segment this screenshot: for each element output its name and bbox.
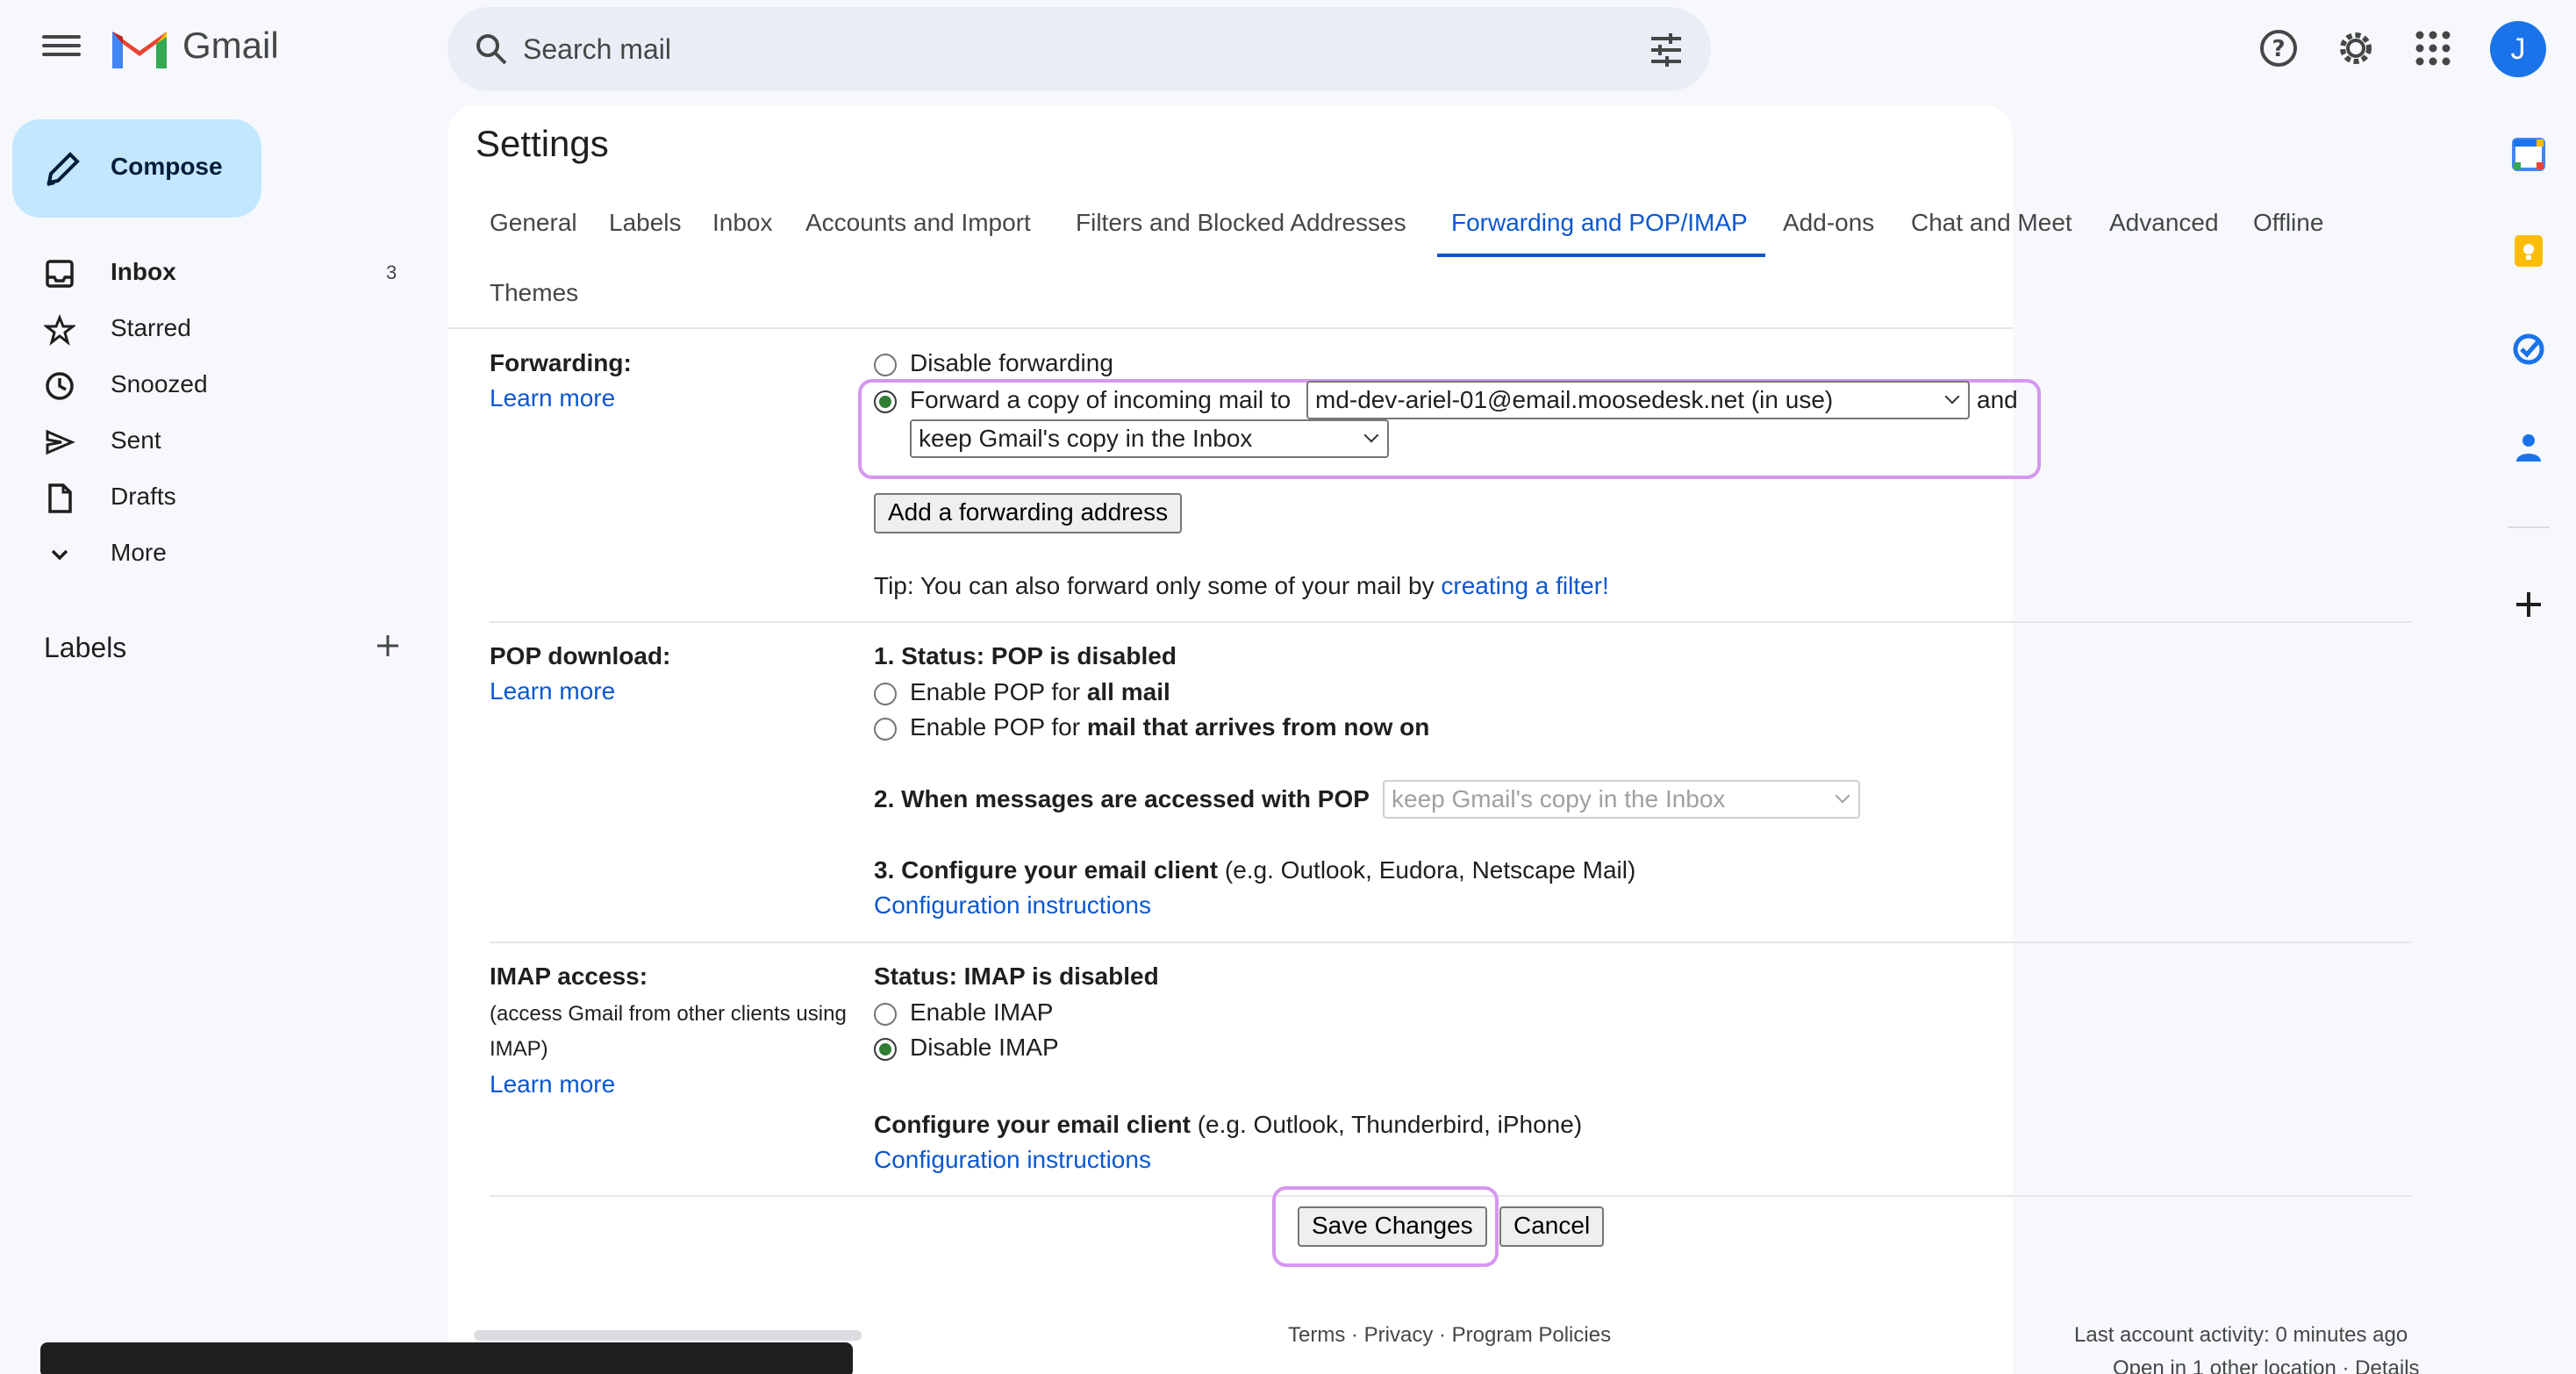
add-forwarding-address-button[interactable]: Add a forwarding address xyxy=(874,493,1183,533)
apps-grid-icon[interactable] xyxy=(2413,28,2453,68)
disable-forwarding-label: Disable forwarding xyxy=(910,349,1113,376)
keep-icon[interactable] xyxy=(2511,233,2546,268)
section-divider xyxy=(490,941,2411,943)
compose-button[interactable]: Compose xyxy=(12,119,261,218)
pop-config-instructions-link[interactable]: Configuration instructions xyxy=(874,891,1151,920)
imap-status: Status: IMAP is disabled xyxy=(874,963,1159,990)
enable-imap-label: Enable IMAP xyxy=(910,998,1054,1026)
app-name: Gmail xyxy=(182,25,279,66)
side-panel-divider xyxy=(2508,526,2550,528)
tab-offline[interactable]: Offline xyxy=(2253,209,2323,237)
forward-copy-action-select[interactable]: keep Gmail's copy in the Inbox xyxy=(910,419,1389,458)
star-icon xyxy=(44,314,75,346)
tabs-divider xyxy=(447,327,2013,329)
account-avatar[interactable]: J xyxy=(2490,21,2546,77)
nav-label-snoozed: Snoozed xyxy=(111,370,208,397)
search-bar[interactable] xyxy=(447,7,1711,91)
footer-links[interactable]: Terms · Privacy · Program Policies xyxy=(1288,1323,1611,1348)
nav-item-snoozed[interactable]: Snoozed xyxy=(0,358,439,412)
clock-icon xyxy=(46,372,74,400)
save-changes-button[interactable]: Save Changes xyxy=(1298,1206,1487,1247)
calendar-icon[interactable] xyxy=(2511,137,2546,172)
tasks-icon[interactable] xyxy=(2511,332,2546,367)
forward-copy-radio[interactable] xyxy=(874,390,897,413)
forwarding-tip: Tip: You can also forward only some of y… xyxy=(874,572,1609,599)
enable-pop-now-radio[interactable] xyxy=(874,718,897,741)
search-options-icon[interactable] xyxy=(1648,32,1685,68)
pop-heading: POP download: xyxy=(490,642,671,669)
create-label-plus-icon[interactable] xyxy=(372,630,404,662)
search-icon[interactable] xyxy=(474,32,509,67)
imap-subtext-2: IMAP) xyxy=(490,1037,548,1061)
pop-learn-more-link[interactable]: Learn more xyxy=(490,677,615,705)
imap-learn-more-link[interactable]: Learn more xyxy=(490,1070,615,1098)
tab-forwarding-pop-imap[interactable]: Forwarding and POP/IMAP xyxy=(1451,209,1748,237)
nav-label-inbox: Inbox xyxy=(111,258,176,285)
disable-forwarding-radio[interactable] xyxy=(874,354,897,376)
tab-labels[interactable]: Labels xyxy=(609,209,682,237)
enable-pop-all-radio[interactable] xyxy=(874,683,897,705)
nav-label-more: More xyxy=(111,539,167,566)
pop-status: 1. Status: POP is disabled xyxy=(874,642,1177,669)
help-icon[interactable]: ? xyxy=(2258,28,2299,68)
draft-file-icon xyxy=(48,483,72,513)
other-location-details[interactable]: Open in 1 other location · Details xyxy=(2113,1356,2420,1374)
horizontal-scrollbar[interactable] xyxy=(474,1330,862,1341)
nav-item-sent[interactable]: Sent xyxy=(0,414,439,469)
section-divider xyxy=(490,621,2411,623)
tab-add-ons[interactable]: Add-ons xyxy=(1783,209,1874,237)
send-icon xyxy=(46,429,75,455)
enable-pop-now-label: Enable POP for mail that arrives from no… xyxy=(910,713,1430,741)
active-tab-indicator xyxy=(1437,254,1765,257)
cancel-button[interactable]: Cancel xyxy=(1499,1206,1605,1247)
forward-address-select[interactable]: md-dev-ariel-01@email.moosedesk.net (in … xyxy=(1306,381,1970,419)
nav-item-more[interactable]: More xyxy=(0,526,439,581)
pop-when-accessed-label: 2. When messages are accessed with POP xyxy=(874,785,1370,812)
gmail-logo-icon xyxy=(112,32,167,68)
nav-label-starred: Starred xyxy=(111,314,191,341)
inbox-icon xyxy=(46,260,74,288)
enable-pop-all-label: Enable POP for all mail xyxy=(910,678,1170,705)
forwarding-heading: Forwarding: xyxy=(490,349,632,376)
imap-configure-label: Configure your email client (e.g. Outloo… xyxy=(874,1111,1583,1138)
search-input[interactable] xyxy=(523,26,1576,72)
tab-accounts-and-import[interactable]: Accounts and Import xyxy=(805,209,1031,237)
nav-item-inbox[interactable]: Inbox 3 xyxy=(0,246,439,300)
tab-inbox[interactable]: Inbox xyxy=(712,209,773,237)
disable-imap-radio[interactable] xyxy=(874,1038,897,1061)
compose-label: Compose xyxy=(111,153,223,180)
tab-themes[interactable]: Themes xyxy=(490,279,578,307)
imap-config-instructions-link[interactable]: Configuration instructions xyxy=(874,1146,1151,1174)
creating-filter-link[interactable]: creating a filter! xyxy=(1441,572,1608,599)
imap-subtext-1: (access Gmail from other clients using xyxy=(490,1002,847,1026)
last-activity: Last account activity: 0 minutes ago xyxy=(2074,1323,2408,1347)
pop-configure-label: 3. Configure your email client (e.g. Out… xyxy=(874,856,1636,884)
contacts-icon[interactable] xyxy=(2511,430,2546,465)
tab-chat-and-meet[interactable]: Chat and Meet xyxy=(1911,209,2072,237)
pencil-icon xyxy=(47,152,80,186)
forward-and-label: and xyxy=(1977,386,2018,413)
tab-general[interactable]: General xyxy=(490,209,577,237)
forward-copy-label: Forward a copy of incoming mail to xyxy=(910,386,1292,413)
svg-text:?: ? xyxy=(2272,36,2285,62)
tab-advanced[interactable]: Advanced xyxy=(2109,209,2219,237)
settings-gear-icon[interactable] xyxy=(2336,28,2376,68)
inbox-unread-count: 3 xyxy=(386,261,397,283)
imap-heading: IMAP access: xyxy=(490,963,648,990)
forwarding-learn-more-link[interactable]: Learn more xyxy=(490,384,615,412)
get-add-ons-plus-icon[interactable] xyxy=(2511,587,2546,622)
labels-heading: Labels xyxy=(44,632,127,663)
nav-label-sent: Sent xyxy=(111,426,161,454)
pop-access-action-select[interactable]: keep Gmail's copy in the Inbox xyxy=(1383,780,1860,819)
enable-imap-radio[interactable] xyxy=(874,1003,897,1026)
nav-item-starred[interactable]: Starred xyxy=(0,302,439,356)
main-menu-button[interactable] xyxy=(39,30,84,68)
snackbar xyxy=(40,1342,853,1374)
nav-item-drafts[interactable]: Drafts xyxy=(0,470,439,525)
page-title: Settings xyxy=(476,123,609,164)
disable-imap-label: Disable IMAP xyxy=(910,1034,1059,1061)
chevron-down-icon xyxy=(51,549,68,561)
tab-filters-and-blocked[interactable]: Filters and Blocked Addresses xyxy=(1076,209,1406,237)
nav-label-drafts: Drafts xyxy=(111,483,176,510)
